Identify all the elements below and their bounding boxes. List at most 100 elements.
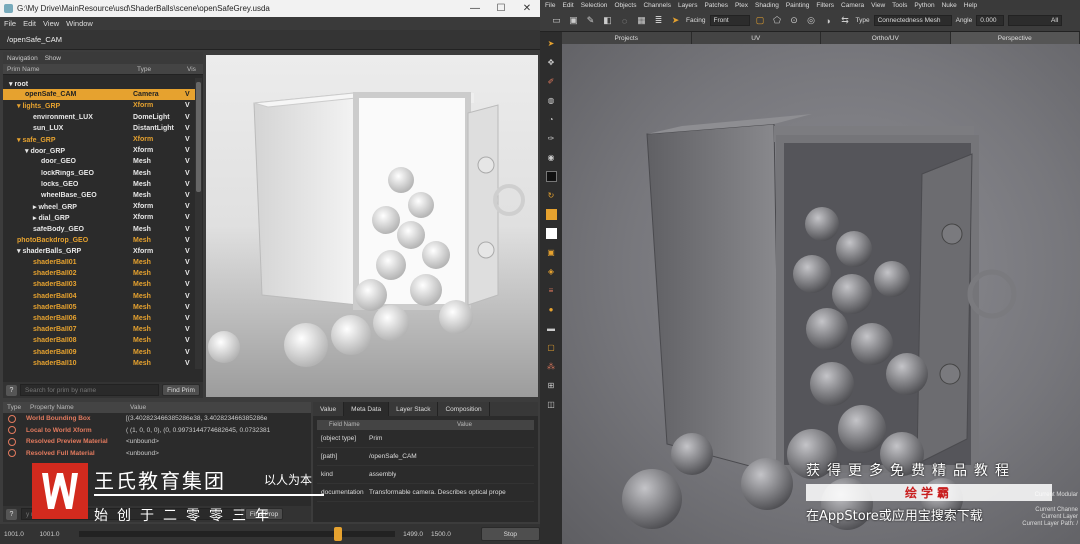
tree-row[interactable]: shaderBall01 Mesh V [3,257,195,268]
prim-visibility[interactable]: V [185,91,195,98]
tab-composition[interactable]: Composition [438,402,490,416]
close-button[interactable]: ✕ [514,3,540,14]
prop-header-name[interactable]: Property Name [30,404,130,411]
prim-visibility[interactable]: V [185,147,195,154]
tree-row[interactable]: environment_LUX DomeLight V [3,112,195,123]
tab-projects[interactable]: Projects [562,32,692,44]
tab-uv[interactable]: UV [692,32,821,44]
tree-row[interactable]: photoBackdrop_GEO Mesh V [3,235,195,246]
tree-row[interactable]: shaderBall04 Mesh V [3,291,195,302]
tree-row[interactable]: ▾ shaderBalls_GRP Xform V [3,246,195,257]
fg-color-icon[interactable] [545,209,557,220]
ruler-tool-icon[interactable]: ▬ [546,323,557,334]
lasso-icon[interactable]: ◌ [618,14,631,27]
mari-menu-item[interactable]: Ptex [735,2,748,9]
tree-row[interactable]: locks_GEO Mesh V [3,179,195,190]
timeline-slider[interactable] [79,527,396,541]
tree-row[interactable]: shaderBall03 Mesh V [3,279,195,290]
tree-row[interactable]: wheelBase_GEO Mesh V [3,190,195,201]
tree-row[interactable]: safeBody_GEO Mesh V [3,223,195,234]
header-vis[interactable]: Vis [183,66,196,73]
prim-visibility[interactable]: V [185,181,195,188]
tree-row[interactable]: lockRings_GEO Mesh V [3,168,195,179]
mari-menu-item[interactable]: Patches [704,2,728,9]
mari-menu-item[interactable]: Camera [841,2,864,9]
tree-row[interactable]: ▾ lights_GRP Xform V [3,100,195,111]
mari-menu-item[interactable]: Layers [678,2,698,9]
mari-menu-item[interactable]: Channels [643,2,670,9]
layers-icon[interactable]: ≣ [652,14,665,27]
prim-visibility[interactable]: V [185,226,195,233]
tree-row[interactable]: ▸ dial_GRP Xform V [3,212,195,223]
prim-visibility[interactable]: V [185,360,195,367]
prim-visibility[interactable]: V [185,136,195,143]
prim-visibility[interactable]: V [185,102,195,109]
meta-header-value[interactable]: Value [457,422,472,428]
mari-menu-item[interactable]: Objects [614,2,636,9]
property-row[interactable]: Resolved Full Material <unbound> [3,448,311,460]
tree-row[interactable]: shaderBall07 Mesh V [3,324,195,335]
mari-menu-item[interactable]: Help [964,2,977,9]
brush-icon[interactable]: ✎ [584,14,597,27]
facing-select[interactable]: Front [709,15,750,26]
view-tool-icon[interactable]: ◫ [546,399,557,410]
mari-menu-item[interactable]: Edit [562,2,573,9]
metadata-row[interactable]: [object type] Prim [317,430,534,448]
pin-tool-icon[interactable]: ⁂ [546,361,557,372]
tree-row[interactable]: shaderBall08 Mesh V [3,335,195,346]
prim-visibility[interactable]: V [185,248,195,255]
prim-visibility[interactable]: V [185,237,195,244]
prim-visibility[interactable]: V [185,281,195,288]
grid-icon[interactable]: ▦ [635,14,648,27]
prim-visibility[interactable]: V [185,114,195,121]
prim-visibility[interactable]: V [185,337,195,344]
shader-tool-icon[interactable]: ≡ [546,285,557,296]
select-brush-icon[interactable]: ⊙ [788,14,801,27]
tree-row[interactable]: shaderBall10 Mesh V [3,358,195,369]
select-rect-icon[interactable]: ▢ [754,14,767,27]
tree-scrollbar[interactable] [195,78,202,369]
timeline-handle[interactable] [334,527,343,541]
prim-visibility[interactable]: V [185,270,195,277]
mari-menu-item[interactable]: Tools [892,2,907,9]
all-button[interactable]: All [1008,15,1063,26]
property-row[interactable]: Local to World Xform ( (1, 0, 0, 0), (0, … [3,425,311,437]
tab-perspective[interactable]: Perspective [950,32,1080,44]
paint-tool-icon[interactable]: ✐ [546,76,557,87]
header-prim-name[interactable]: Prim Name [3,66,133,73]
tree-row[interactable]: shaderBall02 Mesh V [3,268,195,279]
visibility-icon[interactable]: ◎ [805,14,818,27]
projection-tool-icon[interactable]: ◈ [546,266,557,277]
prim-visibility[interactable]: V [185,125,195,132]
mari-menu-item[interactable]: Nuke [942,2,957,9]
usdview-viewport[interactable] [206,55,538,397]
clone-tool-icon[interactable]: ◍ [546,95,557,106]
header-type[interactable]: Type [133,66,183,73]
metadata-row[interactable]: [path] /openSafe_CAM [317,448,534,466]
help-icon[interactable]: ? [6,384,17,396]
menu-edit[interactable]: Edit [23,19,36,28]
prim-visibility[interactable]: V [185,158,195,165]
menu-file[interactable]: File [4,19,16,28]
tree-row[interactable]: ▾ root [3,78,195,89]
timeline-start[interactable]: 1001.0 [0,531,40,538]
transform-tool-icon[interactable]: ✥ [546,57,557,68]
angle-field[interactable]: 0.000 [976,15,1005,26]
blur-tool-icon[interactable]: ◔ [546,114,557,125]
tree-row[interactable]: openSafe_CAM Camera V [3,89,195,101]
prop-header-type[interactable]: Type [3,404,30,411]
tree-row[interactable]: door_GEO Mesh V [3,156,195,167]
minimize-button[interactable]: — [462,3,488,14]
property-row[interactable]: World Bounding Box [(3.402823466385286e38… [3,413,311,425]
prim-visibility[interactable]: V [185,315,195,322]
texture-tool-icon[interactable]: ▣ [546,247,557,258]
show-menu[interactable]: Show [45,55,61,62]
swap-color-icon[interactable]: ↻ [546,190,557,201]
eraser-icon[interactable]: ◧ [601,14,614,27]
prim-visibility[interactable]: V [185,259,195,266]
prop-header-value[interactable]: Value [130,404,146,411]
metadata-row[interactable]: kind assembly [317,466,534,484]
mari-menu-item[interactable]: File [545,2,555,9]
find-prim-button[interactable]: Find Prim [162,384,200,396]
mari-menu-item[interactable]: Painting [786,2,810,9]
